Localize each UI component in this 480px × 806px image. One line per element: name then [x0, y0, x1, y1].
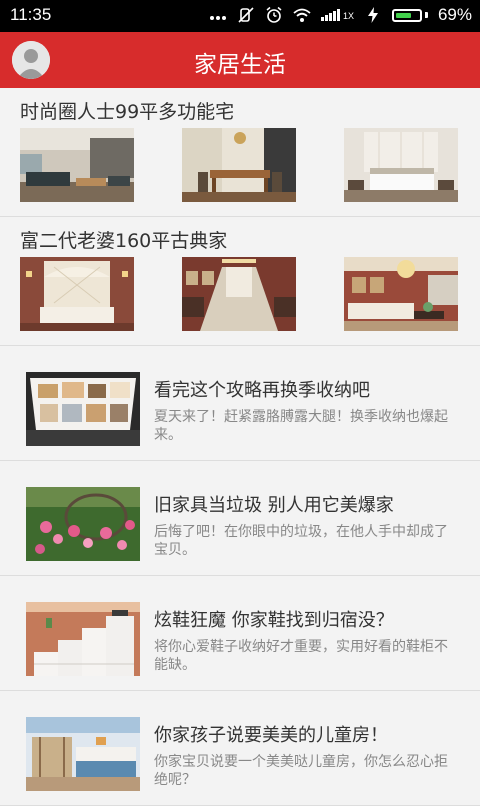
article-desc: 将你心爱鞋子收纳好才重要，实用好看的鞋柜不能缺。: [154, 639, 448, 673]
article-desc: 后悔了吧！在你眼中的垃圾，在他人手中却成了宝贝。: [154, 524, 448, 558]
flower-garden-photo: [26, 487, 140, 561]
article-title: 看完这个攻略再换季收纳吧: [154, 380, 370, 401]
battery-fill: [395, 12, 411, 18]
article-item[interactable]: 炫鞋狂魔 你家鞋找到归宿没？ 将你心爱鞋子收纳好才重要，实用好看的鞋柜不能缺。: [0, 576, 480, 691]
battery-percent: 69%: [437, 5, 472, 24]
app-title: 家居生活: [194, 52, 286, 78]
article-item[interactable]: 旧家具当垃圾 别人用它美爆家 后悔了吧！在你眼中的垃圾，在他人手中却成了宝贝。: [0, 461, 480, 576]
article-title: 炫鞋狂魔 你家鞋找到归宿没？: [154, 610, 394, 631]
article-desc: 你家宝贝说要一个美美哒儿童房，你怎么忍心拒绝呢？: [154, 754, 448, 788]
mute-icon: [238, 7, 254, 23]
gallery-title: 富二代老婆160平古典家: [20, 230, 228, 252]
article-item[interactable]: 看完这个攻略再换季收纳吧 夏天来了！赶紧露胳膊露大腿！换季收纳也爆起来。: [0, 346, 480, 461]
feed: 时尚圈人士99平多功能宅 富二代老婆160平古典家 看完这个攻略再换季收纳吧 夏…: [0, 88, 480, 806]
article-title: 旧家具当垃圾 别人用它美爆家: [154, 495, 394, 516]
status-time: 11:35: [10, 5, 52, 24]
network-label: 1X: [342, 11, 354, 21]
charging-icon: [367, 7, 378, 23]
article-desc: 夏天来了！赶紧露胳膊露大腿！换季收纳也爆起来。: [154, 409, 448, 443]
gallery-title: 时尚圈人士99平多功能宅: [20, 101, 235, 123]
status-icons: 1X 69%: [209, 5, 472, 25]
classic-living-room-photo[interactable]: [344, 257, 458, 331]
bedroom-photo[interactable]: [344, 128, 458, 202]
storage-drawer-photo: [26, 372, 140, 446]
gallery-card[interactable]: 时尚圈人士99平多功能宅: [0, 88, 480, 217]
classic-bedroom-photo[interactable]: [20, 257, 134, 331]
article-item[interactable]: 你家孩子说要美美的儿童房！ 你家宝贝说要一个美美哒儿童房，你怎么忍心拒绝呢？: [0, 691, 480, 806]
status-bar: 11:35 1X 69%: [0, 0, 480, 32]
kids-room-photo: [26, 717, 140, 791]
more-dots-icon: [209, 16, 226, 20]
signal-icon: 1X: [320, 9, 354, 21]
article-title: 你家孩子说要美美的儿童房！: [154, 725, 388, 746]
dining-room-photo[interactable]: [182, 128, 296, 202]
living-room-photo[interactable]: [20, 128, 134, 202]
app-bar: 家居生活: [0, 32, 480, 88]
shoe-cabinet-photo: [26, 602, 140, 676]
wifi-icon: [293, 8, 311, 22]
hallway-photo[interactable]: [182, 257, 296, 331]
gallery-card[interactable]: 富二代老婆160平古典家: [0, 217, 480, 346]
battery-indicator: [391, 8, 428, 22]
alarm-icon: [266, 6, 282, 23]
